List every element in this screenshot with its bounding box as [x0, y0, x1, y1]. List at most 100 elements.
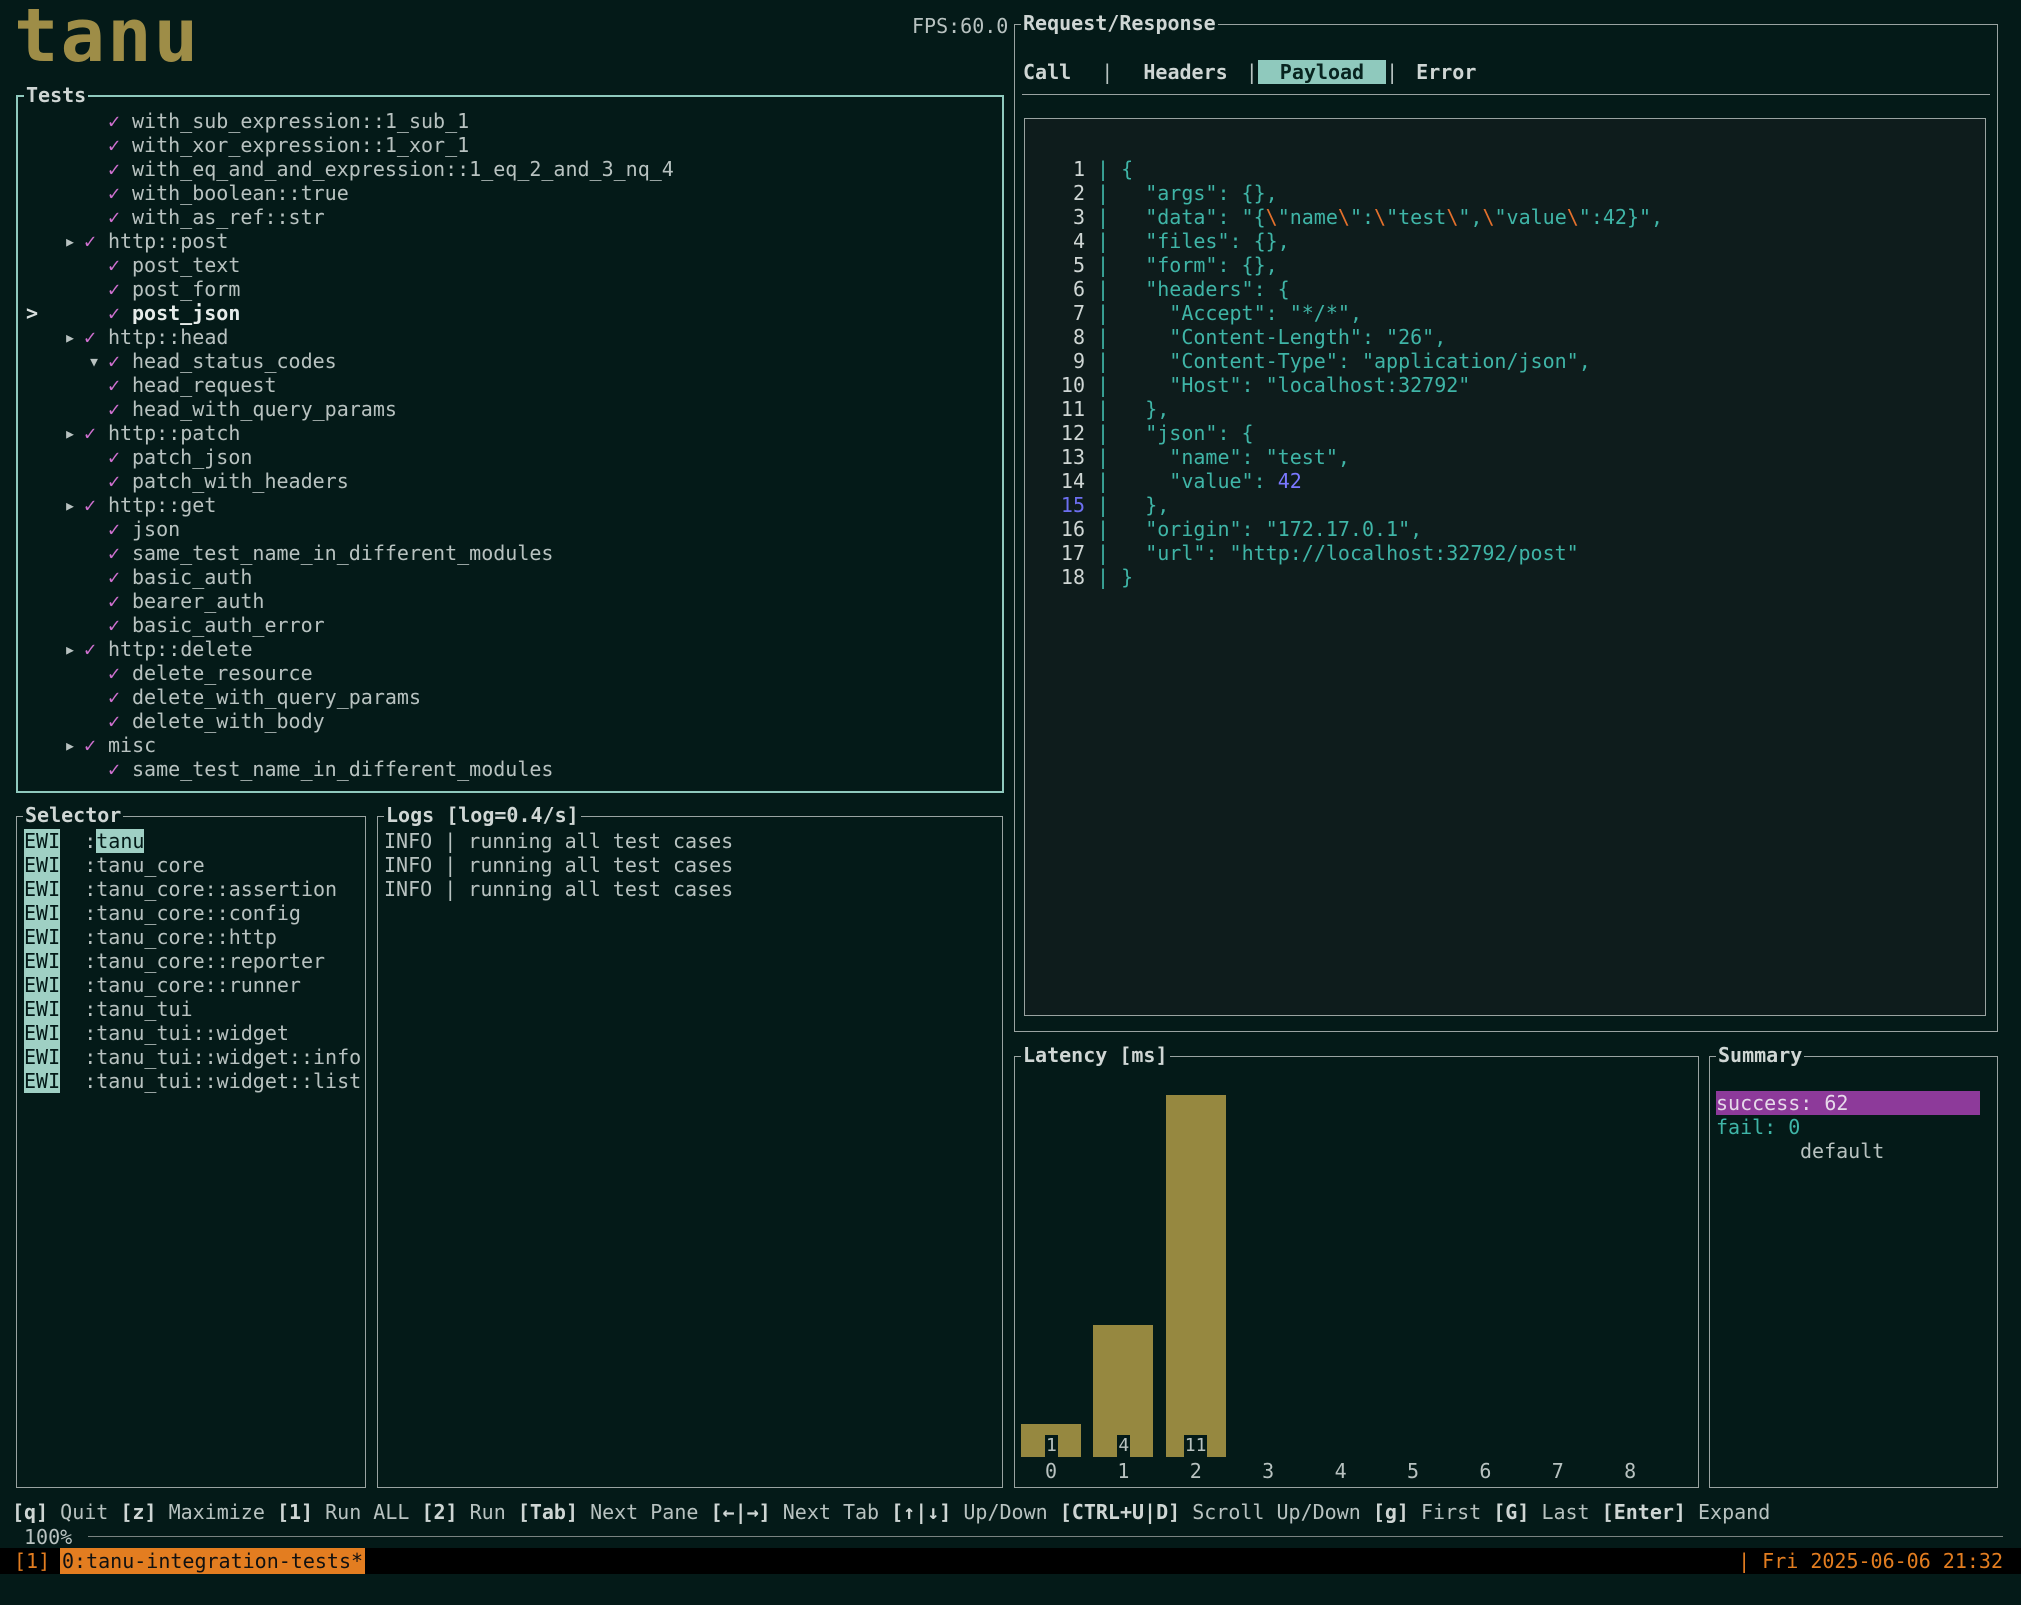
- test-row[interactable]: > ✓ post_json: [18, 301, 1008, 325]
- tab-error[interactable]: Error: [1410, 60, 1482, 84]
- selector-item[interactable]: EWI :tanu_tui: [24, 997, 361, 1021]
- key-description: Scroll Up/Down: [1192, 1500, 1361, 1524]
- selector-list[interactable]: EWI :tanu EWI :tanu_core EWI :tanu_core::a…: [24, 829, 361, 1093]
- selector-item[interactable]: EWI :tanu_core::http: [24, 925, 361, 949]
- code-token: "json": [1145, 421, 1218, 445]
- pass-check-icon: ✓: [108, 565, 121, 589]
- test-row[interactable]: ▸ ✓ http::patch: [18, 421, 1008, 445]
- level-badge[interactable]: EWI: [24, 997, 61, 1021]
- code-token: "*/*": [1289, 301, 1350, 325]
- summary-panel: Summary success: 62 fail: 0 default: [1709, 1043, 1998, 1488]
- selector-prefix: :: [84, 901, 97, 925]
- pass-check-icon: ✓: [84, 637, 97, 661]
- selector-item[interactable]: EWI :tanu_core::config: [24, 901, 361, 925]
- code-line: 11 | },: [1025, 397, 1663, 421]
- test-row[interactable]: ✓ post_text: [18, 253, 1008, 277]
- test-name: post_json: [132, 301, 241, 325]
- test-name: post_text: [132, 253, 241, 277]
- payload-viewer[interactable]: 1 | {2 | "args": {}, 3 | "data": "{\"name…: [1024, 118, 1986, 1016]
- code-token: 42: [1277, 469, 1302, 493]
- level-badge[interactable]: EWI: [24, 853, 61, 877]
- key-hint: [2]: [421, 1500, 458, 1524]
- test-row[interactable]: ✓ patch_with_headers: [18, 469, 1008, 493]
- test-row[interactable]: ✓ with_xor_expression::1_xor_1: [18, 133, 1008, 157]
- gutter-divider: |: [1085, 205, 1122, 229]
- tests-panel[interactable]: Tests ✓ with_sub_expression::1_sub_1 ✓ with…: [16, 83, 1004, 793]
- selector-item[interactable]: EWI :tanu_core: [24, 853, 361, 877]
- level-badge[interactable]: EWI: [24, 1021, 61, 1045]
- level-badge[interactable]: EWI: [24, 973, 61, 997]
- code-token: "form": [1145, 253, 1218, 277]
- level-badge[interactable]: EWI: [24, 1069, 61, 1093]
- test-row[interactable]: ▸ ✓ http::delete: [18, 637, 1008, 661]
- collapsed-caret-icon[interactable]: ▸: [64, 325, 76, 349]
- test-row[interactable]: ✓ same_test_name_in_different_modules: [18, 757, 1008, 781]
- selector-item[interactable]: EWI :tanu_core::assertion: [24, 877, 361, 901]
- logs-panel[interactable]: Logs [log=0.4/s] INFO | running all test…: [377, 803, 1003, 1488]
- test-row[interactable]: ✓ head_request: [18, 373, 1008, 397]
- level-badge[interactable]: EWI: [24, 925, 61, 949]
- test-row[interactable]: ✓ head_with_query_params: [18, 397, 1008, 421]
- level-badge[interactable]: EWI: [24, 949, 61, 973]
- test-row[interactable]: ▸ ✓ misc: [18, 733, 1008, 757]
- test-row[interactable]: ✓ with_as_ref::str: [18, 205, 1008, 229]
- collapsed-caret-icon[interactable]: ▸: [64, 733, 76, 757]
- test-row[interactable]: ✓ same_test_name_in_different_modules: [18, 541, 1008, 565]
- test-row[interactable]: ✓ delete_resource: [18, 661, 1008, 685]
- test-row[interactable]: ✓ bearer_auth: [18, 589, 1008, 613]
- selector-panel[interactable]: Selector EWI :tanu EWI :tanu_core EWI :tan…: [16, 803, 366, 1488]
- code-line: 1 | {: [1025, 157, 1663, 181]
- test-row[interactable]: ✓ with_eq_and_and_expression::1_eq_2_and_…: [18, 157, 1008, 181]
- test-row[interactable]: ✓ with_sub_expression::1_sub_1: [18, 109, 1008, 133]
- test-row[interactable]: ✓ delete_with_body: [18, 709, 1008, 733]
- test-row[interactable]: ✓ post_form: [18, 277, 1008, 301]
- code-token: \: [1265, 205, 1278, 229]
- selector-item[interactable]: EWI :tanu_tui::widget::info: [24, 1045, 361, 1069]
- pass-check-icon: ✓: [84, 325, 97, 349]
- test-row[interactable]: ▸ ✓ http::head: [18, 325, 1008, 349]
- level-badge[interactable]: EWI: [24, 901, 61, 925]
- selector-item[interactable]: EWI :tanu_core::runner: [24, 973, 361, 997]
- test-row[interactable]: ✓ with_boolean::true: [18, 181, 1008, 205]
- test-row[interactable]: ✓ delete_with_query_params: [18, 685, 1008, 709]
- tab-call[interactable]: Call: [1017, 60, 1077, 84]
- test-row[interactable]: ▸ ✓ http::get: [18, 493, 1008, 517]
- collapsed-caret-icon[interactable]: ▸: [64, 493, 76, 517]
- test-name: same_test_name_in_different_modules: [132, 541, 554, 565]
- key-hint: [1]: [276, 1500, 314, 1524]
- level-badge[interactable]: EWI: [24, 829, 61, 853]
- code-token: "data": [1145, 205, 1218, 229]
- selector-item[interactable]: EWI :tanu: [24, 829, 361, 853]
- line-number: 12: [1060, 421, 1085, 445]
- line-number: 1: [1072, 157, 1085, 181]
- test-row[interactable]: ▸ ✓ http::post: [18, 229, 1008, 253]
- tests-tree[interactable]: ✓ with_sub_expression::1_sub_1 ✓ with_xor_e…: [18, 109, 1008, 781]
- test-row[interactable]: ✓ basic_auth: [18, 565, 1008, 589]
- level-badge[interactable]: EWI: [24, 1045, 61, 1069]
- expanded-caret-icon[interactable]: ▾: [88, 349, 100, 373]
- selector-item[interactable]: EWI :tanu_core::reporter: [24, 949, 361, 973]
- collapsed-caret-icon[interactable]: ▸: [64, 421, 76, 445]
- code-line: 17 | "url": "http://localhost:32792/post…: [1025, 541, 1663, 565]
- code-token: "172.17.0.1": [1265, 517, 1411, 541]
- window-tab[interactable]: 0:tanu-integration-tests*: [60, 1548, 366, 1574]
- collapsed-caret-icon[interactable]: ▸: [64, 229, 76, 253]
- line-number: 10: [1060, 373, 1085, 397]
- code-token: "Accept": [1169, 301, 1266, 325]
- test-row[interactable]: ✓ json: [18, 517, 1008, 541]
- test-name: same_test_name_in_different_modules: [132, 757, 554, 781]
- test-row[interactable]: ✓ patch_json: [18, 445, 1008, 469]
- test-row[interactable]: ✓ basic_auth_error: [18, 613, 1008, 637]
- tab-payload[interactable]: Payload: [1257, 60, 1387, 84]
- selector-item[interactable]: EWI :tanu_tui::widget::list: [24, 1069, 361, 1093]
- test-row[interactable]: ▾ ✓ head_status_codes: [18, 349, 1008, 373]
- level-badge[interactable]: EWI: [24, 877, 61, 901]
- gutter-divider: |: [1085, 253, 1122, 277]
- key-hint: [←|→]: [710, 1500, 771, 1524]
- request-response-tabs[interactable]: Call | Headers | Payload | Error: [1017, 60, 1482, 84]
- gutter-divider: |: [1085, 397, 1122, 421]
- tab-headers[interactable]: Headers: [1137, 60, 1233, 84]
- collapsed-caret-icon[interactable]: ▸: [64, 637, 76, 661]
- selector-item[interactable]: EWI :tanu_tui::widget: [24, 1021, 361, 1045]
